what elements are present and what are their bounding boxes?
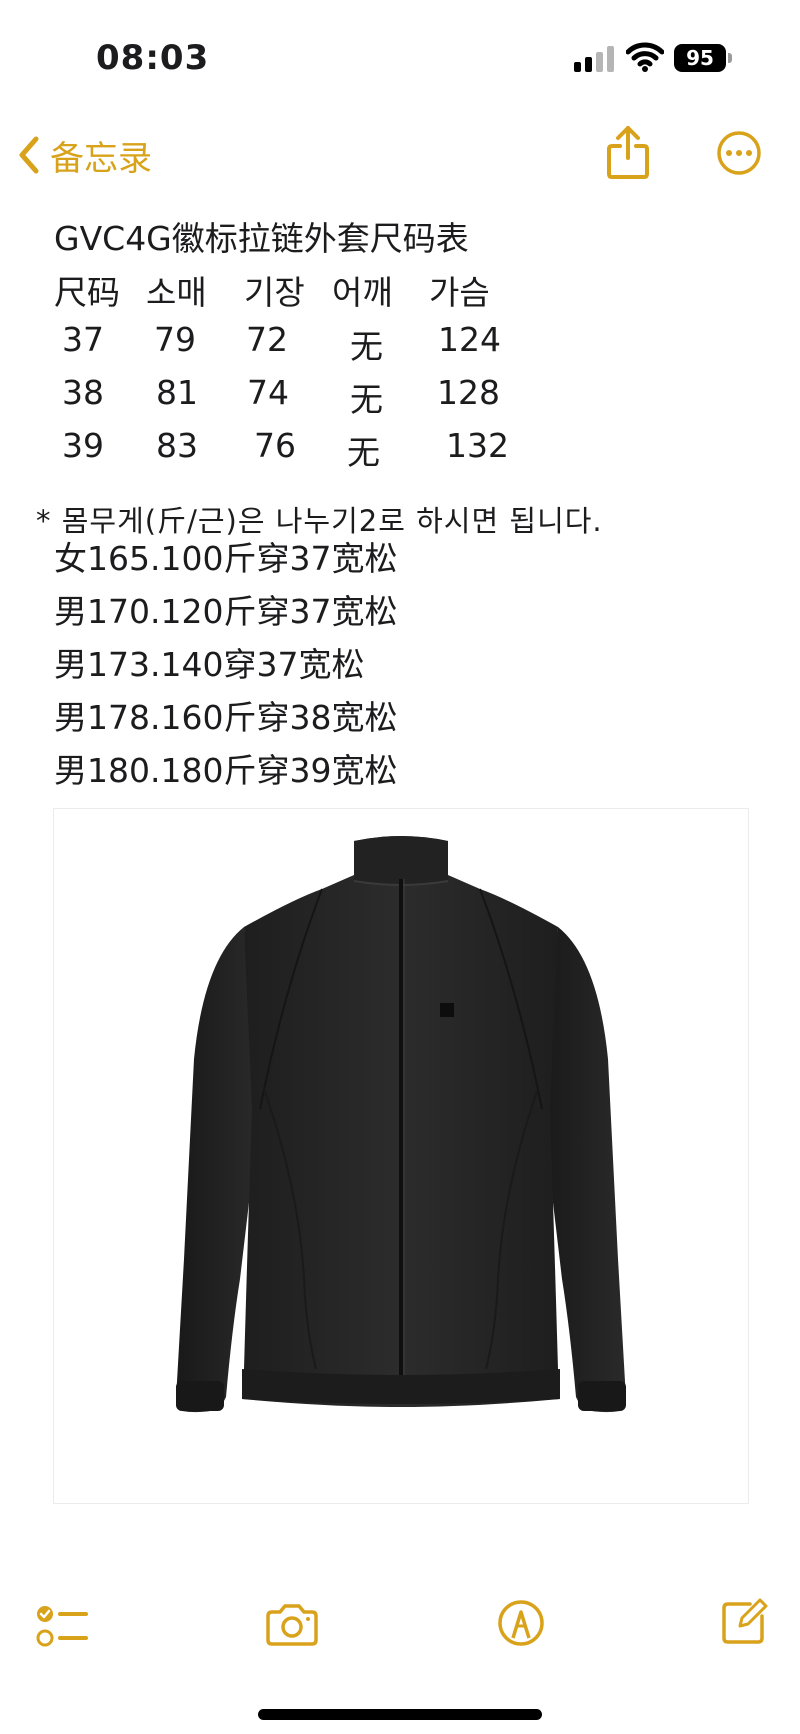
table-header-cell: 어깨 <box>332 273 393 312</box>
home-indicator[interactable] <box>258 1709 542 1720</box>
compose-icon <box>722 1598 768 1644</box>
clock-time: 08:03 <box>96 38 210 78</box>
table-cell: 79 <box>154 320 196 359</box>
wifi-icon <box>626 42 664 72</box>
note-title: GVC4G徽标拉链外套尺码表 <box>54 219 469 258</box>
battery-indicator: 95 <box>674 44 726 72</box>
more-button[interactable] <box>716 130 762 180</box>
camera-icon <box>266 1604 318 1646</box>
back-label: 备忘录 <box>50 138 152 179</box>
table-cell: 83 <box>156 426 198 465</box>
bottom-toolbar <box>0 1590 800 1660</box>
battery-tip <box>728 53 732 63</box>
table-cell: 74 <box>247 373 289 412</box>
table-cell: 无 <box>347 433 380 472</box>
list-item: 男173.140穿37宽松 <box>54 645 365 684</box>
back-button[interactable]: 备忘录 <box>14 130 152 180</box>
share-button[interactable] <box>606 124 650 184</box>
checklist-button[interactable] <box>36 1602 88 1654</box>
nav-bar: 备忘录 <box>0 120 800 190</box>
markup-icon <box>498 1600 544 1646</box>
status-bar: 08:03 95 <box>0 0 800 110</box>
table-header-cell: 가슴 <box>429 273 490 312</box>
table-cell: 124 <box>438 320 501 359</box>
table-header-cell: 尺码 <box>54 273 120 312</box>
share-icon <box>607 126 649 179</box>
more-icon <box>717 131 761 175</box>
table-cell: 37 <box>62 320 104 359</box>
list-item: 男180.180斤穿39宽松 <box>54 751 398 790</box>
table-cell: 81 <box>156 373 198 412</box>
markup-button[interactable] <box>496 1598 546 1652</box>
table-cell: 76 <box>254 426 296 465</box>
table-cell: 72 <box>246 320 288 359</box>
list-item: 男178.160斤穿38宽松 <box>54 698 398 737</box>
checklist-icon <box>36 1606 88 1647</box>
table-cell: 128 <box>437 373 500 412</box>
table-cell: 38 <box>62 373 104 412</box>
table-cell: 132 <box>446 426 509 465</box>
table-cell: 39 <box>62 426 104 465</box>
jacket-illustration <box>176 836 626 1413</box>
size-guide-list: 女165.100斤穿37宽松 男170.120斤穿37宽松 男173.140穿3… <box>54 532 397 797</box>
list-item: 女165.100斤穿37宽松 <box>54 539 398 578</box>
table-header-cell: 기장 <box>244 273 305 312</box>
jacket-photo[interactable] <box>53 808 749 1504</box>
cellular-signal-icon <box>574 46 614 72</box>
table-cell: 无 <box>350 327 383 366</box>
list-item: 男170.120斤穿37宽松 <box>54 592 398 631</box>
chevron-left-icon <box>19 136 39 174</box>
table-cell: 无 <box>350 380 383 419</box>
table-header-cell: 소매 <box>146 273 207 312</box>
compose-button[interactable] <box>720 1596 768 1650</box>
camera-button[interactable] <box>264 1602 320 1652</box>
